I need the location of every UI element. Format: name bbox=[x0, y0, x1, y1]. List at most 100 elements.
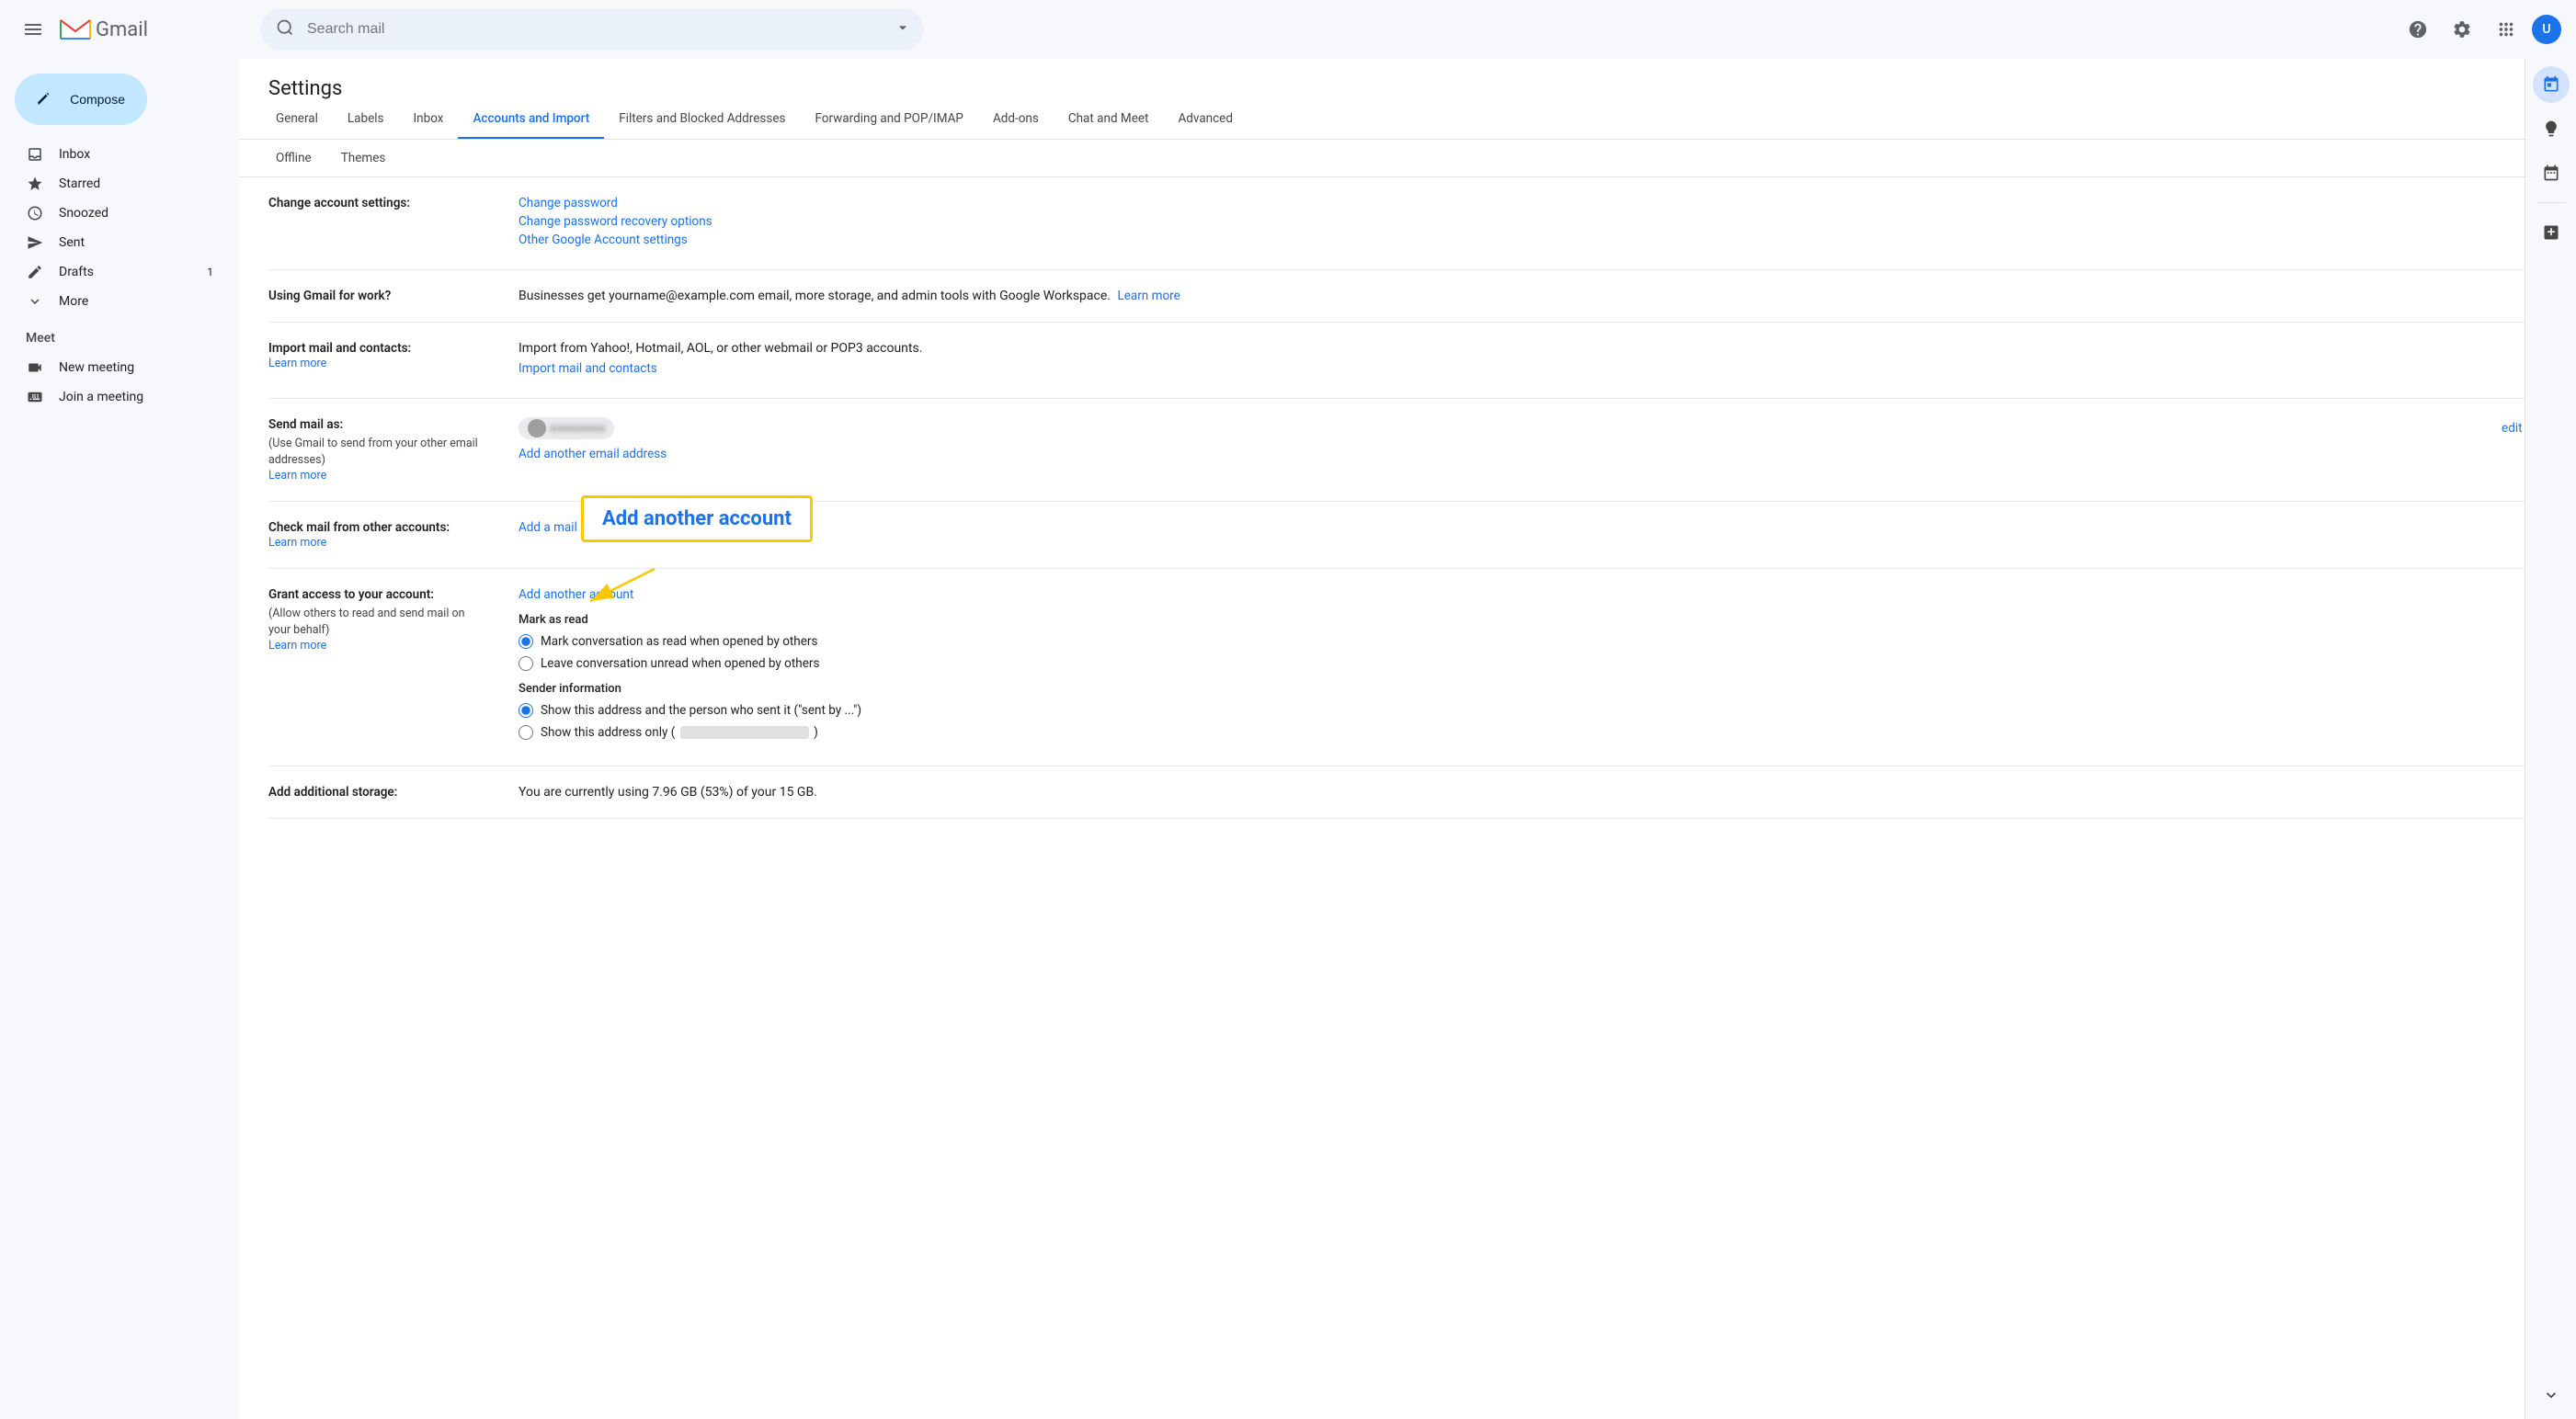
import-mail-content: Import from Yahoo!, Hotmail, AOL, or oth… bbox=[519, 341, 2547, 380]
add-storage-text: You are currently using 7.96 GB (53%) of… bbox=[519, 785, 817, 800]
tab-filters-blocked[interactable]: Filters and Blocked Addresses bbox=[604, 100, 800, 140]
help-icon[interactable] bbox=[2399, 11, 2436, 48]
grant-access-label-main: Grant access to your account: bbox=[268, 587, 489, 602]
radio-show-address-only-input[interactable] bbox=[519, 725, 533, 740]
settings-row-grant-access: Grant access to your account: (Allow oth… bbox=[268, 569, 2547, 766]
drafts-count: 1 bbox=[207, 266, 213, 278]
right-panel-notes-icon[interactable] bbox=[2533, 110, 2570, 147]
send-mail-as-email-row: ●●●●●●●● edit info bbox=[519, 417, 2547, 439]
check-mail-content: Add a mail account bbox=[519, 520, 2547, 539]
sidebar-item-inbox[interactable]: Inbox bbox=[0, 140, 228, 169]
tab-themes[interactable]: Themes bbox=[326, 143, 401, 173]
add-storage-label-main: Add additional storage: bbox=[268, 785, 489, 800]
sidebar-item-inbox-label: Inbox bbox=[59, 147, 213, 162]
radio-show-address-sent-by-input[interactable] bbox=[519, 703, 533, 718]
sidebar-item-starred[interactable]: Starred bbox=[0, 169, 228, 199]
change-recovery-link[interactable]: Change password recovery options bbox=[519, 214, 2547, 229]
radio-show-address-only[interactable]: Show this address only ( ) bbox=[519, 725, 2547, 740]
add-email-address-link[interactable]: Add another email address bbox=[519, 447, 2547, 461]
import-mail-learn-more[interactable]: Learn more bbox=[268, 357, 326, 370]
apps-icon[interactable] bbox=[2488, 11, 2525, 48]
compose-pencil-icon bbox=[29, 83, 59, 116]
join-meeting-label: Join a meeting bbox=[59, 390, 143, 404]
add-storage-content: You are currently using 7.96 GB (53%) of… bbox=[519, 785, 2547, 800]
sidebar-item-new-meeting[interactable]: New meeting bbox=[26, 353, 239, 382]
sidebar-item-snoozed[interactable]: Snoozed bbox=[0, 199, 228, 228]
avatar[interactable]: U bbox=[2532, 15, 2561, 44]
sidebar-item-more[interactable]: More bbox=[0, 287, 228, 316]
settings-icon[interactable] bbox=[2444, 11, 2480, 48]
radio-mark-read-input[interactable] bbox=[519, 634, 533, 649]
scroll-down-indicator[interactable] bbox=[2542, 1386, 2560, 1404]
settings-title: Settings bbox=[239, 59, 2576, 100]
hamburger-menu-icon[interactable] bbox=[15, 11, 51, 48]
tab-forwarding-pop-imap[interactable]: Forwarding and POP/IMAP bbox=[800, 100, 977, 140]
sidebar-item-join-meeting[interactable]: Join a meeting bbox=[26, 382, 239, 412]
sender-info-title: Sender information bbox=[519, 682, 2547, 696]
check-mail-label-main: Check mail from other accounts: bbox=[268, 520, 489, 535]
sidebar-item-sent[interactable]: Sent bbox=[0, 228, 228, 257]
google-account-link[interactable]: Other Google Account settings bbox=[519, 233, 2547, 247]
topbar: Gmail U bbox=[0, 0, 2576, 59]
tab-advanced[interactable]: Advanced bbox=[1163, 100, 1248, 140]
grant-access-learn-more[interactable]: Learn more bbox=[268, 639, 326, 653]
add-another-account-link[interactable]: Add another account bbox=[519, 587, 2547, 602]
gmail-work-text: Businesses get yourname@example.com emai… bbox=[519, 289, 1111, 303]
radio-leave-unread-label: Leave conversation unread when opened by… bbox=[541, 656, 819, 671]
sidebar-item-sent-label: Sent bbox=[59, 235, 213, 250]
gmail-logo: Gmail bbox=[59, 17, 148, 42]
right-panel-divider bbox=[2536, 202, 2566, 203]
drafts-icon bbox=[26, 264, 44, 280]
email-chip: ●●●●●●●● bbox=[519, 417, 614, 439]
gmail-work-learn-more[interactable]: Learn more bbox=[1117, 289, 1180, 303]
new-meeting-label: New meeting bbox=[59, 360, 134, 375]
change-account-label-main: Change account settings: bbox=[268, 196, 489, 210]
right-panel-tasks-icon[interactable] bbox=[2533, 154, 2570, 191]
snoozed-icon bbox=[26, 205, 44, 221]
search-dropdown-icon[interactable] bbox=[894, 18, 912, 40]
settings-content: Change account settings: Change password… bbox=[239, 177, 2576, 819]
gmail-text-label: Gmail bbox=[96, 18, 148, 41]
tab-inbox[interactable]: Inbox bbox=[399, 100, 459, 140]
radio-show-address-sent-by-label: Show this address and the person who sen… bbox=[541, 703, 861, 718]
tab-add-ons[interactable]: Add-ons bbox=[978, 100, 1054, 140]
main-content: Settings General Labels Inbox Accounts a… bbox=[239, 59, 2576, 1419]
tab-general[interactable]: General bbox=[261, 100, 333, 140]
meet-section: Meet New meeting Join a meeting bbox=[0, 316, 239, 412]
mark-as-read-group: Mark conversation as read when opened by… bbox=[519, 634, 2547, 671]
mark-as-read-title: Mark as read bbox=[519, 613, 2547, 627]
tab-offline[interactable]: Offline bbox=[261, 143, 326, 173]
settings-row-send-mail-as: Send mail as: (Use Gmail to send from yo… bbox=[268, 399, 2547, 502]
sidebar: Compose Inbox Starred Snoozed Sent Draft… bbox=[0, 59, 239, 1419]
sidebar-item-starred-label: Starred bbox=[59, 176, 213, 191]
sidebar-item-more-label: More bbox=[59, 294, 213, 309]
import-mail-label: Import mail and contacts: Learn more bbox=[268, 341, 489, 370]
topbar-right: U bbox=[2399, 11, 2561, 48]
radio-leave-unread[interactable]: Leave conversation unread when opened by… bbox=[519, 656, 2547, 671]
add-mail-account-link[interactable]: Add a mail account bbox=[519, 520, 2547, 535]
radio-leave-unread-input[interactable] bbox=[519, 656, 533, 671]
send-mail-as-sublabel: (Use Gmail to send from your other email… bbox=[268, 436, 489, 468]
right-panel-calendar-icon[interactable] bbox=[2533, 66, 2570, 103]
send-mail-as-learn-more[interactable]: Learn more bbox=[268, 469, 326, 482]
import-mail-link[interactable]: Import mail and contacts bbox=[519, 361, 2547, 376]
compose-button[interactable]: Compose bbox=[15, 74, 147, 125]
sidebar-item-snoozed-label: Snoozed bbox=[59, 206, 213, 221]
radio-show-address-sent-by[interactable]: Show this address and the person who sen… bbox=[519, 703, 2547, 718]
tab-accounts-import[interactable]: Accounts and Import bbox=[458, 100, 604, 140]
import-mail-text: Import from Yahoo!, Hotmail, AOL, or oth… bbox=[519, 341, 2547, 356]
keyboard-icon bbox=[26, 389, 44, 405]
tab-chat-meet[interactable]: Chat and Meet bbox=[1054, 100, 1164, 140]
right-panel-add-icon[interactable] bbox=[2533, 214, 2570, 251]
email-chip-text: ●●●●●●●● bbox=[550, 422, 605, 436]
change-password-link[interactable]: Change password bbox=[519, 196, 2547, 210]
sidebar-item-drafts-label: Drafts bbox=[59, 265, 192, 279]
grant-access-content: Add another account Mark as read Mark co… bbox=[519, 587, 2547, 747]
sidebar-item-drafts[interactable]: Drafts 1 bbox=[0, 257, 228, 287]
search-input[interactable] bbox=[261, 8, 923, 51]
radio-mark-read[interactable]: Mark conversation as read when opened by… bbox=[519, 634, 2547, 649]
search-bar[interactable] bbox=[261, 8, 923, 51]
tab-labels[interactable]: Labels bbox=[333, 100, 399, 140]
video-icon bbox=[26, 359, 44, 376]
check-mail-learn-more[interactable]: Learn more bbox=[268, 536, 326, 550]
